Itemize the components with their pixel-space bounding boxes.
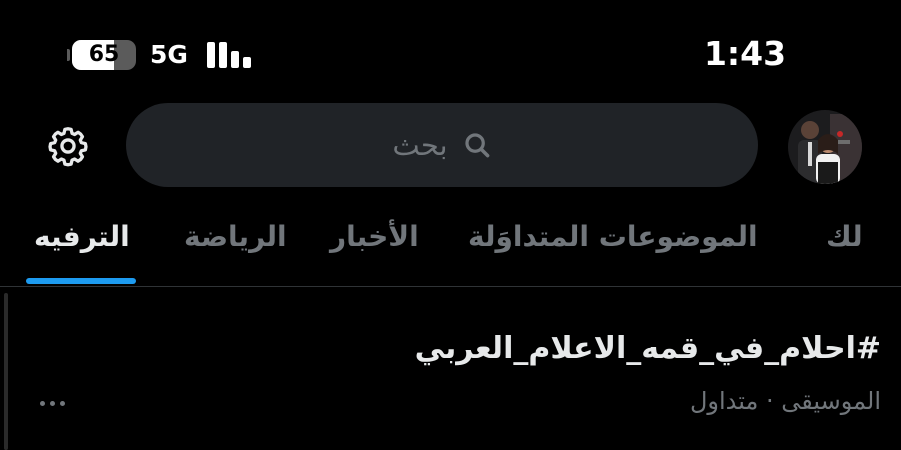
signal-strength-icon [207, 40, 255, 70]
gear-icon [48, 127, 88, 167]
battery-tip [67, 49, 70, 61]
signal-bar [219, 42, 227, 68]
signal-bar [207, 42, 215, 68]
settings-button[interactable] [44, 122, 92, 170]
avatar-image [788, 110, 862, 184]
search-placeholder: بحث [392, 128, 448, 162]
tab-for-you[interactable]: لك [826, 194, 863, 286]
more-dot-icon [39, 400, 45, 406]
status-bar: 65 5G 1:43 [0, 0, 901, 100]
signal-bar [231, 51, 239, 68]
trends-feed: #احلام_في_قمه_الاعلام_العربي الموسيقى · … [0, 287, 901, 450]
trend-title: #احلام_في_قمه_الاعلام_العربي [414, 331, 881, 366]
search-content: بحث [126, 103, 758, 187]
network-type: 5G [150, 40, 188, 69]
battery-icon: 65 [72, 40, 136, 70]
more-dot-icon [59, 400, 65, 406]
tab-entertainment[interactable]: الترفيه [34, 194, 130, 286]
explore-header: بحث [0, 100, 901, 194]
tab-trending[interactable]: الموضوعات المتداوَلة [468, 194, 758, 286]
tab-sports[interactable]: الرياضة [184, 194, 287, 286]
active-tab-indicator [26, 278, 136, 284]
trend-meta: الموسيقى · متداول [689, 387, 881, 415]
status-time: 1:43 [703, 34, 787, 73]
more-dot-icon [49, 400, 55, 406]
tab-news[interactable]: الأخبار [330, 194, 419, 286]
search-input[interactable]: بحث [126, 103, 758, 187]
profile-avatar[interactable] [788, 110, 862, 184]
more-options-button[interactable] [30, 391, 74, 415]
signal-bar [243, 57, 251, 68]
battery-level: 65 [88, 42, 120, 67]
scrollbar [4, 293, 8, 450]
search-icon [465, 133, 490, 158]
explore-tabs: لك الموضوعات المتداوَلة الأخبار الرياضة … [0, 194, 901, 287]
